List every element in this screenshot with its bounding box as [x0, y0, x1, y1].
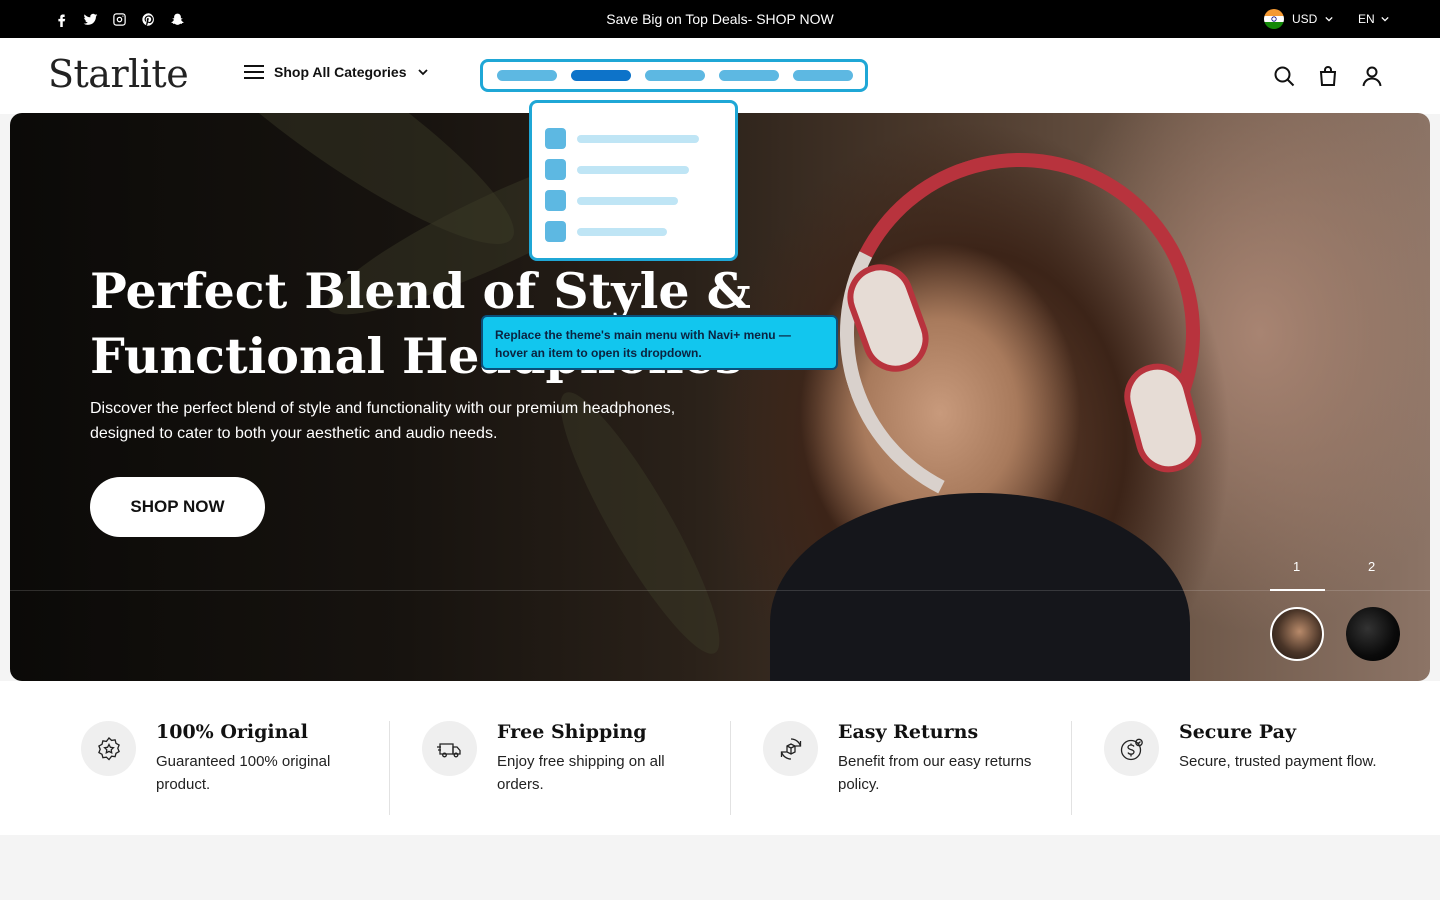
- navi-plus-tooltip: Replace the theme's main menu with Navi+…: [481, 315, 838, 370]
- feature-title: Secure Pay: [1179, 721, 1297, 743]
- language-selector[interactable]: EN: [1358, 8, 1389, 30]
- navi-menu-item[interactable]: [497, 70, 557, 81]
- announcement-link[interactable]: Save Big on Top Deals- SHOP NOW: [606, 11, 833, 27]
- slide-thumbnail-2[interactable]: [1346, 607, 1400, 661]
- shop-now-button[interactable]: SHOP NOW: [90, 477, 265, 537]
- chevron-down-icon: [417, 69, 428, 76]
- currency-selector[interactable]: USD: [1264, 8, 1333, 30]
- feature-divider: [389, 721, 390, 815]
- active-slide-indicator: [1270, 589, 1325, 591]
- dropdown-item-icon: [545, 128, 566, 149]
- facebook-icon[interactable]: [52, 10, 70, 28]
- language-code: EN: [1358, 12, 1375, 26]
- navi-menu-item[interactable]: [719, 70, 779, 81]
- return-box-icon: [763, 721, 818, 776]
- slide-number-1[interactable]: 1: [1293, 559, 1300, 574]
- dropdown-item-label-placeholder: [577, 227, 667, 236]
- dropdown-item-icon: [545, 159, 566, 180]
- feature-divider: [1071, 721, 1072, 815]
- secure-coin-icon: [1104, 721, 1159, 776]
- feature-title: Free Shipping: [497, 721, 647, 743]
- cart-icon[interactable]: [1316, 64, 1340, 88]
- dropdown-item[interactable]: [545, 216, 735, 247]
- dropdown-item-label-placeholder: [577, 134, 699, 143]
- truck-icon: [422, 721, 477, 776]
- dropdown-item[interactable]: [545, 185, 735, 216]
- dropdown-item-label-placeholder: [577, 196, 678, 205]
- dropdown-item[interactable]: [545, 123, 735, 154]
- chevron-down-icon: [1381, 16, 1389, 22]
- shop-all-categories-button[interactable]: Shop All Categories: [244, 64, 429, 80]
- hero-divider: [10, 590, 1430, 591]
- dropdown-item-icon: [545, 221, 566, 242]
- twitter-icon[interactable]: [81, 10, 99, 28]
- navi-plus-dropdown-preview: [529, 100, 738, 261]
- slide-thumbnail-1[interactable]: [1270, 607, 1324, 661]
- feature-divider: [730, 721, 731, 815]
- announcement-text: Save Big on Top Deals- SHOP NOW: [0, 0, 1440, 38]
- hero-title-line: Perfect Blend of Style &: [90, 262, 751, 320]
- feature-title: Easy Returns: [838, 721, 979, 743]
- social-links: [52, 10, 186, 28]
- hamburger-icon: [244, 65, 264, 79]
- slide-number-2[interactable]: 2: [1368, 559, 1375, 574]
- feature-description: Enjoy free shipping on all orders.: [497, 753, 665, 793]
- dropdown-item-icon: [545, 190, 566, 211]
- chevron-down-icon: [1325, 16, 1333, 22]
- pinterest-icon[interactable]: [139, 10, 157, 28]
- feature-description: Secure, trusted payment flow.: [1179, 753, 1377, 770]
- snapchat-icon[interactable]: [168, 10, 186, 28]
- navi-menu-item-active[interactable]: [571, 70, 631, 81]
- account-icon[interactable]: [1360, 64, 1384, 88]
- navi-menu-item[interactable]: [645, 70, 705, 81]
- navi-menu-item[interactable]: [793, 70, 853, 81]
- dropdown-item-label-placeholder: [577, 165, 689, 174]
- badge-star-icon: [81, 721, 136, 776]
- currency-code: USD: [1292, 12, 1318, 26]
- india-flag-icon: [1264, 9, 1284, 29]
- site-logo[interactable]: Starlite: [48, 52, 189, 96]
- instagram-icon[interactable]: [110, 10, 128, 28]
- dropdown-item[interactable]: [545, 154, 735, 185]
- feature-description: Guaranteed 100% original product.: [156, 753, 331, 793]
- search-icon[interactable]: [1272, 64, 1296, 88]
- hero-image-dress: [770, 493, 1190, 681]
- categories-label: Shop All Categories: [274, 64, 407, 80]
- navi-plus-menu-placeholder: [480, 59, 868, 92]
- features-strip: 100% Original Guaranteed 100% original p…: [0, 681, 1440, 835]
- hero-description: Discover the perfect blend of style and …: [90, 400, 676, 442]
- feature-description: Benefit from our easy returns policy.: [838, 753, 1032, 793]
- announcement-bar: Save Big on Top Deals- SHOP NOW USD EN: [0, 0, 1440, 38]
- feature-title: 100% Original: [156, 721, 308, 743]
- header-actions: [1272, 64, 1384, 88]
